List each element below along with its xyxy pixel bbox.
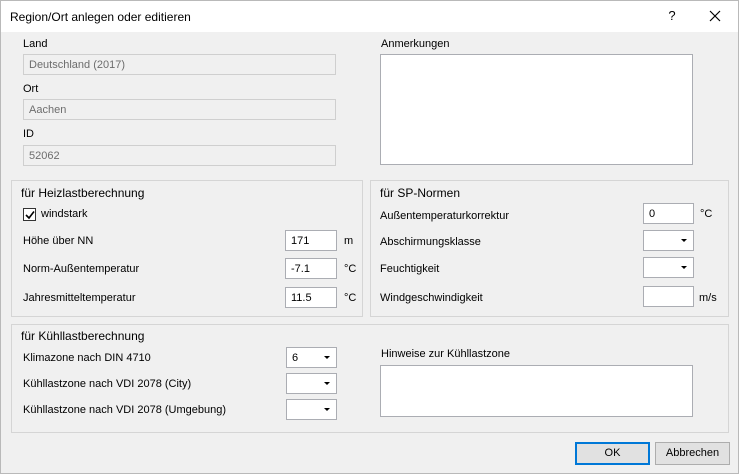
kuehllast-group-title: für Kühllastberechnung bbox=[21, 329, 145, 343]
chevron-down-icon bbox=[324, 382, 330, 385]
ort-label: Ort bbox=[23, 83, 39, 95]
land-label: Land bbox=[23, 38, 48, 50]
id-field: 52062 bbox=[23, 145, 336, 166]
korrektur-input[interactable]: 0 bbox=[643, 203, 694, 224]
jahres-temp-unit: °C bbox=[344, 292, 357, 304]
sp-normen-group-title: für SP-Normen bbox=[380, 186, 461, 200]
chevron-down-icon bbox=[681, 266, 687, 269]
dialog-window: Region/Ort anlegen oder editieren ? Land… bbox=[0, 0, 739, 474]
id-label: ID bbox=[23, 128, 34, 140]
norm-temp-input[interactable]: -7.1 bbox=[285, 258, 337, 279]
wind-input[interactable] bbox=[643, 286, 694, 307]
help-button[interactable]: ? bbox=[661, 3, 683, 29]
anmerkungen-textarea[interactable] bbox=[380, 54, 693, 165]
city-dropdown[interactable] bbox=[286, 373, 337, 394]
wind-label: Windgeschwindigkeit bbox=[380, 292, 483, 304]
umgebung-label: Kühllastzone nach VDI 2078 (Umgebung) bbox=[23, 404, 227, 416]
title-bar: Region/Ort anlegen oder editieren ? bbox=[1, 1, 738, 32]
land-field: Deutschland (2017) bbox=[23, 54, 336, 75]
klimazone-value: 6 bbox=[292, 352, 299, 364]
chevron-down-icon bbox=[324, 356, 330, 359]
korrektur-unit: °C bbox=[700, 208, 713, 220]
korrektur-label: Außentemperaturkorrektur bbox=[380, 210, 509, 222]
checkmark-icon bbox=[25, 211, 35, 220]
ort-field: Aachen bbox=[23, 99, 336, 120]
wind-unit: m/s bbox=[699, 292, 717, 304]
feuchtigkeit-label: Feuchtigkeit bbox=[380, 263, 440, 275]
chevron-down-icon bbox=[324, 408, 330, 411]
heizlast-group-title: für Heizlastberechnung bbox=[21, 186, 145, 200]
norm-temp-label: Norm-Außentemperatur bbox=[23, 263, 140, 275]
window-title: Region/Ort anlegen oder editieren bbox=[10, 10, 191, 24]
hoehe-unit: m bbox=[344, 235, 354, 247]
chevron-down-icon bbox=[681, 239, 687, 242]
jahres-temp-label: Jahresmitteltemperatur bbox=[23, 292, 136, 304]
anmerkungen-label: Anmerkungen bbox=[381, 38, 450, 50]
ok-button[interactable]: OK bbox=[575, 442, 650, 465]
feuchtigkeit-dropdown[interactable] bbox=[643, 257, 694, 278]
umgebung-dropdown[interactable] bbox=[286, 399, 337, 420]
windstark-label: windstark bbox=[41, 208, 88, 220]
abschirmung-label: Abschirmungsklasse bbox=[380, 236, 481, 248]
close-button[interactable] bbox=[703, 3, 729, 29]
jahres-temp-input[interactable]: 11.5 bbox=[285, 287, 337, 308]
hoehe-label: Höhe über NN bbox=[23, 235, 94, 247]
windstark-checkbox[interactable] bbox=[23, 208, 36, 221]
cancel-button[interactable]: Abbrechen bbox=[655, 442, 730, 465]
klimazone-label: Klimazone nach DIN 4710 bbox=[23, 352, 151, 364]
hoehe-input[interactable]: 171 bbox=[285, 230, 337, 251]
hinweise-textarea[interactable] bbox=[380, 365, 693, 417]
norm-temp-unit: °C bbox=[344, 263, 357, 275]
city-label: Kühllastzone nach VDI 2078 (City) bbox=[23, 378, 192, 390]
klimazone-dropdown[interactable]: 6 bbox=[286, 347, 337, 368]
close-icon bbox=[709, 10, 721, 22]
abschirmung-dropdown[interactable] bbox=[643, 230, 694, 251]
hinweise-label: Hinweise zur Kühllastzone bbox=[381, 348, 511, 360]
